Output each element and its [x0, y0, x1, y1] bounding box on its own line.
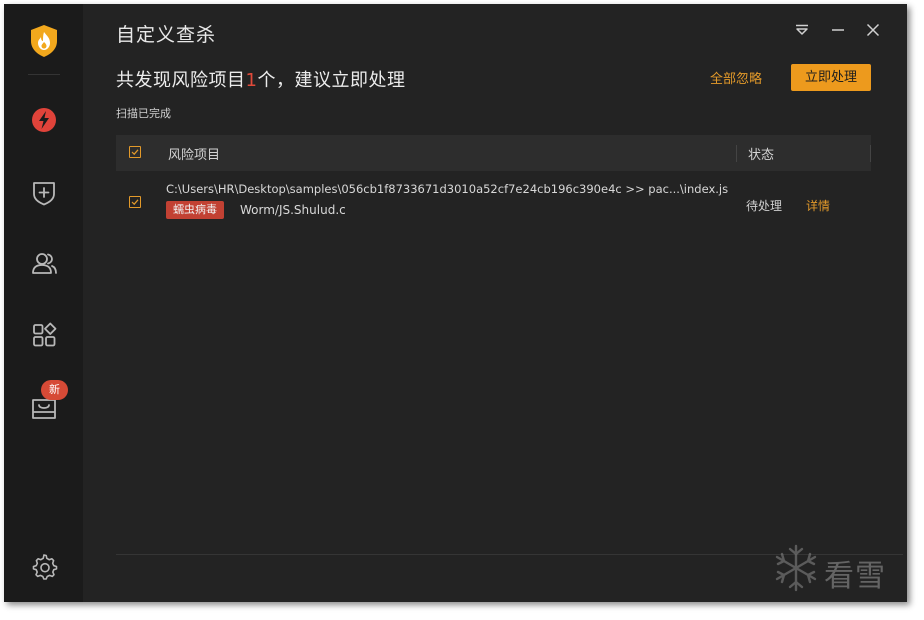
checkbox-box [129, 146, 141, 158]
minimize-icon [832, 29, 844, 31]
menu-button[interactable] [792, 20, 812, 40]
scan-status: 扫描已完成 [116, 107, 171, 120]
main-window: 新 自定义查杀 共发现风险项目1个，建议立即处理 全部忽略 立即处理 扫描已完成 [4, 4, 907, 602]
details-link[interactable]: 详情 [806, 197, 830, 214]
select-all-checkbox[interactable] [129, 146, 141, 158]
sidebar-item-security[interactable] [29, 177, 59, 207]
window-title: 自定义查杀 [116, 24, 217, 46]
ignore-all-link[interactable]: 全部忽略 [710, 68, 762, 87]
settings-button[interactable] [29, 552, 59, 582]
apps-icon [33, 322, 57, 347]
row-checkbox[interactable] [129, 196, 141, 208]
column-divider [870, 145, 871, 162]
threat-type-badge: 蠕虫病毒 [166, 201, 224, 219]
column-header-status: 状态 [748, 148, 775, 163]
summary-prefix: 共发现风险项目 [116, 70, 246, 91]
sidebar: 新 [4, 4, 83, 602]
table-header: 风险项目 状态 [116, 135, 871, 171]
column-divider [736, 145, 737, 162]
sidebar-item-protection[interactable] [29, 105, 59, 135]
summary-suffix: 个，建议立即处理 [257, 70, 406, 91]
minimize-button[interactable] [828, 20, 848, 40]
close-button[interactable] [863, 20, 883, 40]
users-icon [32, 253, 57, 274]
process-now-button[interactable]: 立即处理 [791, 64, 871, 91]
risk-status: 待处理 [746, 199, 783, 213]
sidebar-item-apps[interactable] [29, 320, 59, 350]
sidebar-item-users[interactable] [29, 248, 59, 278]
risk-count: 1 [245, 70, 258, 91]
lightning-icon [32, 108, 56, 132]
dropdown-menu-icon [796, 24, 808, 35]
risk-file-path: C:\Users\HR\Desktop\samples\056cb1f87336… [166, 182, 729, 196]
virus-name: Worm/JS.Shulud.c [240, 203, 346, 217]
checkmark-icon [131, 199, 139, 206]
checkmark-icon [131, 149, 139, 156]
close-icon [866, 23, 880, 37]
table-row: C:\Users\HR\Desktop\samples\056cb1f87336… [116, 174, 871, 230]
snowflake-icon [775, 544, 817, 592]
app-logo-icon [29, 24, 59, 58]
column-header-item: 风险项目 [168, 148, 221, 163]
gear-icon [32, 554, 58, 580]
risk-summary: 共发现风险项目1个，建议立即处理 [116, 66, 405, 92]
new-badge: 新 [41, 380, 68, 400]
sidebar-divider [28, 74, 60, 75]
watermark: 看雪 [772, 543, 885, 594]
watermark-text: 看雪 [824, 559, 886, 594]
checkbox-box [129, 196, 141, 208]
shield-plus-icon [33, 182, 55, 206]
